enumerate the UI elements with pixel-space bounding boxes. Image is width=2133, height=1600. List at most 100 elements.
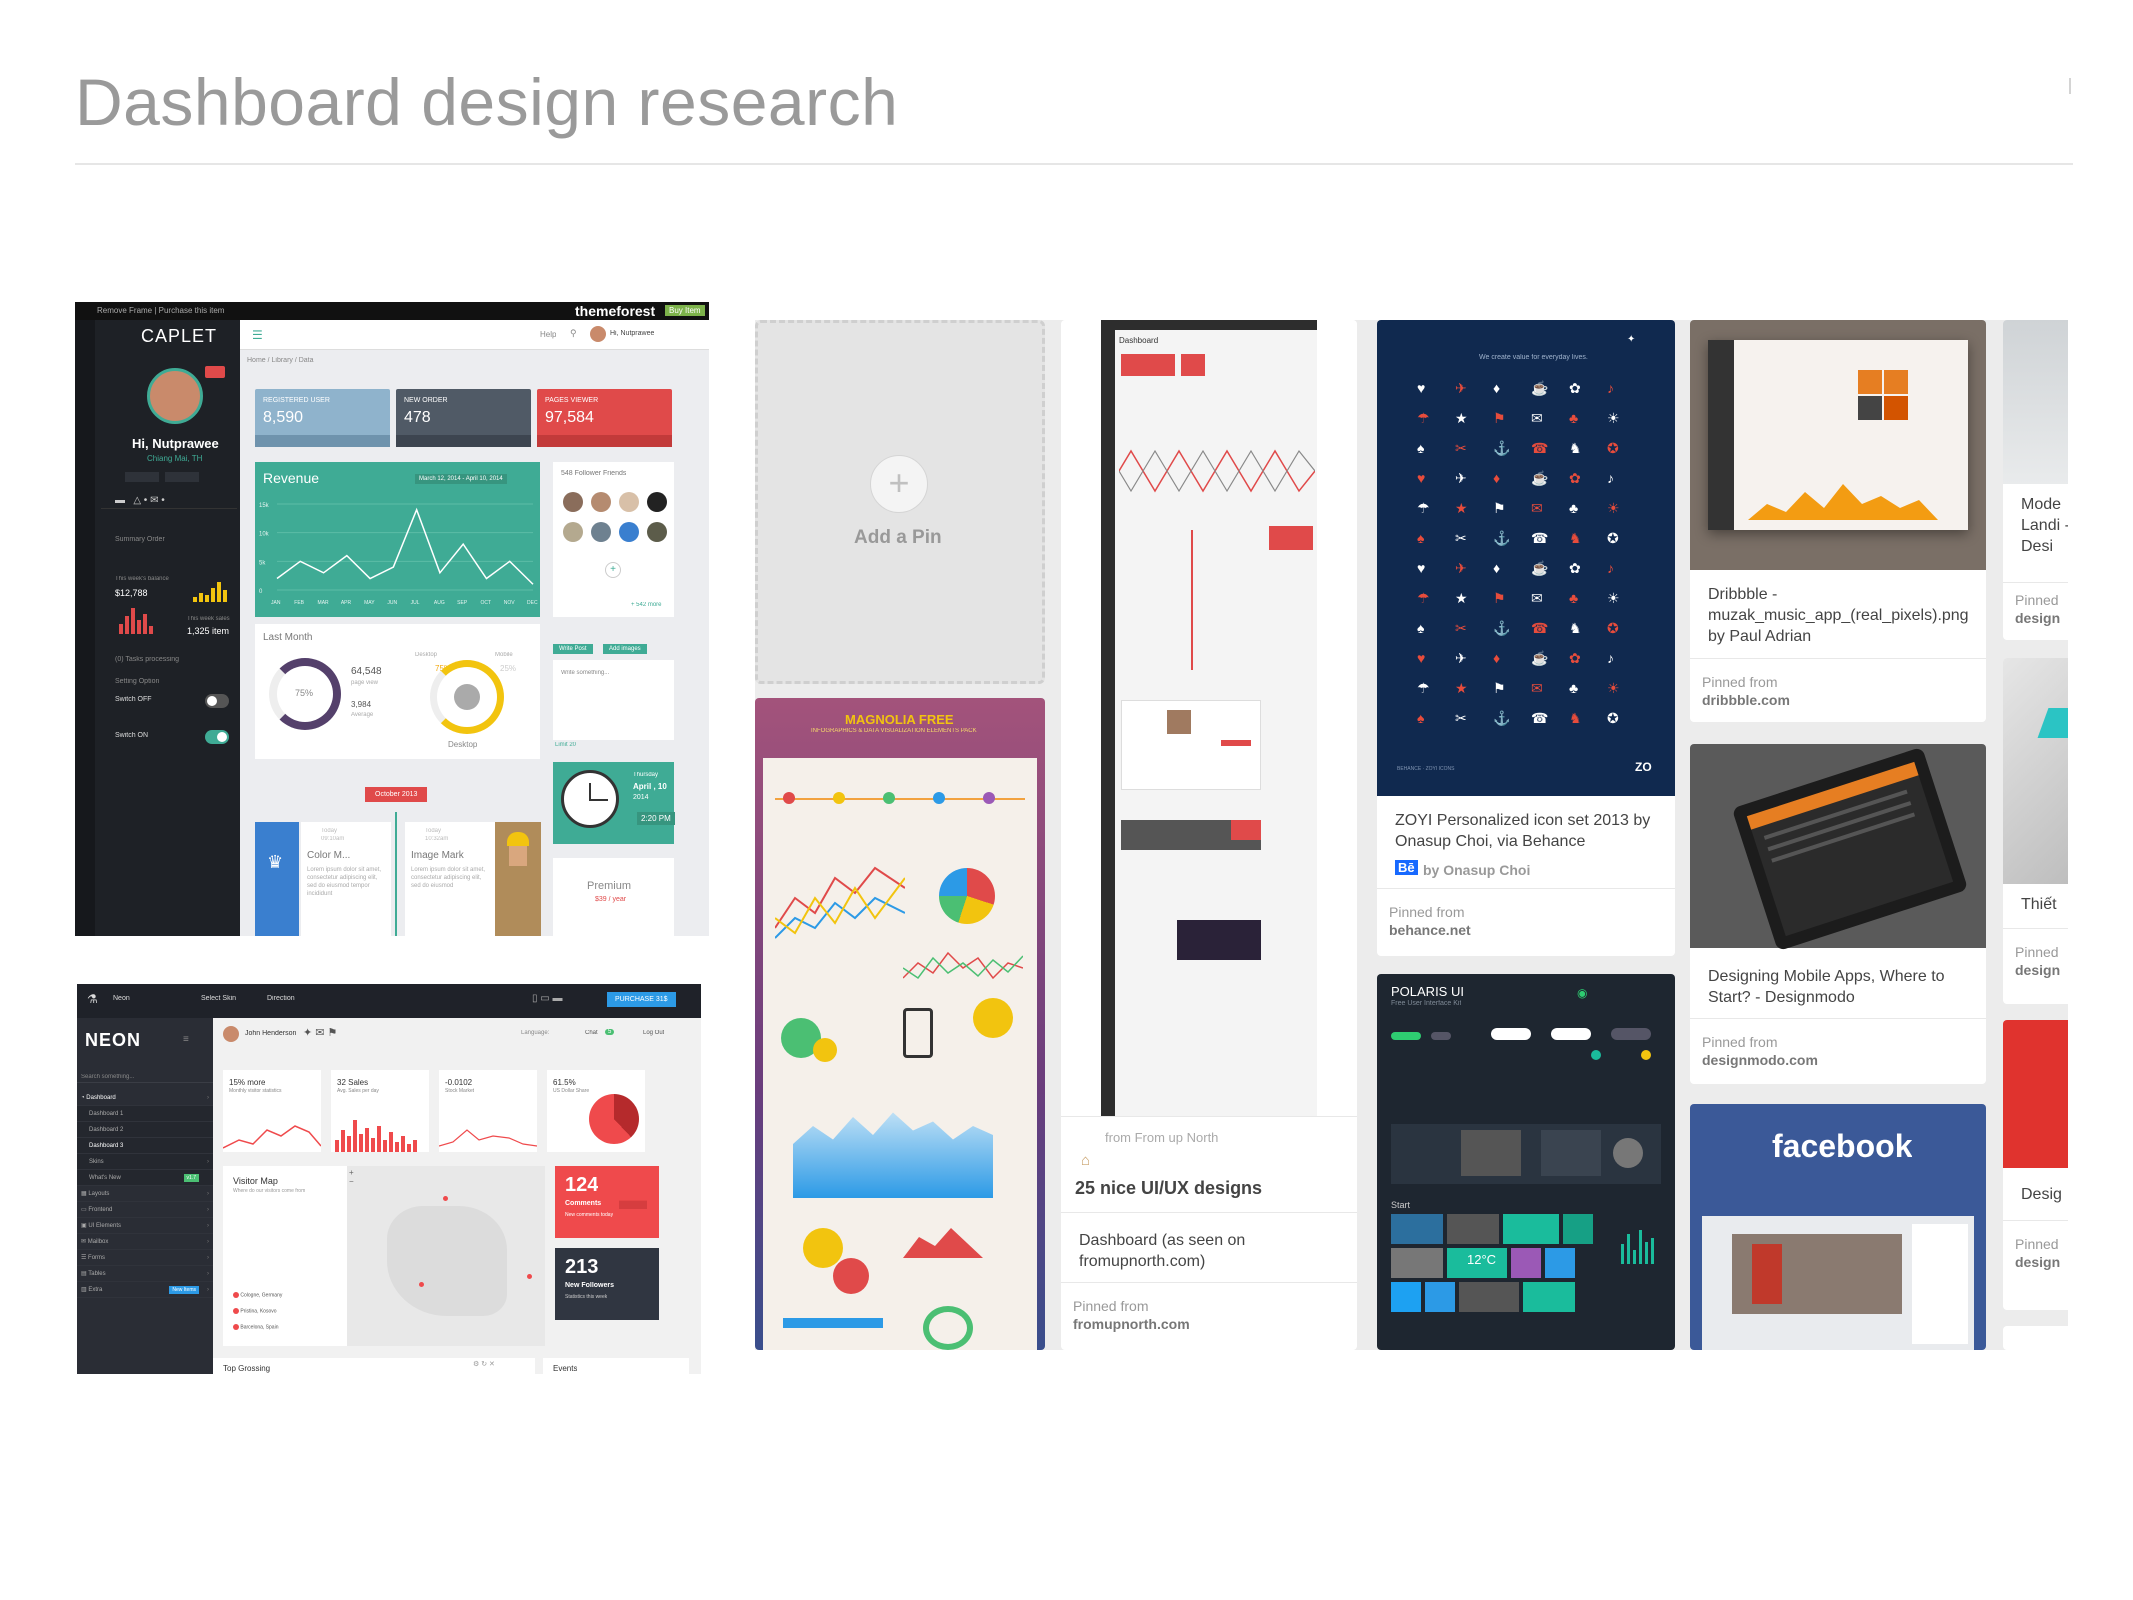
add-images-tab[interactable]: Add images bbox=[603, 644, 647, 654]
neon-nav-item[interactable]: Skins › bbox=[77, 1154, 213, 1170]
behance-icon: Bē bbox=[1395, 860, 1418, 875]
caplet-top-user[interactable]: Hi, Nutprawee bbox=[610, 330, 654, 337]
followers-sub: Statistics this week bbox=[565, 1294, 608, 1300]
neon-nav-item[interactable]: Dashboard 2 bbox=[77, 1122, 213, 1138]
zoyi-pinned-site[interactable]: behance.net bbox=[1389, 922, 1471, 938]
premium-title: Premium bbox=[587, 880, 632, 892]
pin-facebook[interactable]: facebook bbox=[1690, 1104, 1986, 1350]
neon-nav-item[interactable]: ✉ Mailbox › bbox=[77, 1234, 213, 1250]
buy-item-button[interactable]: Buy Item bbox=[665, 305, 705, 316]
direction-menu[interactable]: Direction bbox=[267, 995, 295, 1002]
add-friend-icon[interactable]: + bbox=[605, 562, 621, 578]
follower-friends-title: 548 Follower Friends bbox=[561, 470, 627, 477]
write-post-card: Write Post Add images Write something... bbox=[553, 644, 674, 740]
neon-nav-item[interactable]: ◔ Dashboard › bbox=[77, 1090, 213, 1106]
pin-magnolia[interactable]: MAGNOLIA FREE INFOGRAPHICS & DATA VISUAL… bbox=[755, 698, 1045, 1350]
pin-partial-3[interactable]: Desig Pinned design bbox=[2003, 1020, 2068, 1310]
neon-logout[interactable]: Log Out bbox=[643, 1030, 664, 1036]
dribbble-pinned-site[interactable]: dribbble.com bbox=[1702, 692, 1790, 708]
neon-notification-icons[interactable]: ✦ ✉ ⚑ bbox=[303, 1026, 337, 1039]
switch-off-label: Switch OFF bbox=[115, 696, 152, 703]
caplet-search-icon[interactable]: ⚲ bbox=[570, 328, 577, 339]
polaris-tiles[interactable]: 12°C bbox=[1391, 1214, 1611, 1330]
menu-icon[interactable]: ☰ bbox=[252, 328, 263, 342]
neon-nav-item[interactable]: ☰ Forms › bbox=[77, 1250, 213, 1266]
zoyi-author[interactable]: by Onasup Choi bbox=[1423, 862, 1530, 878]
pin-fromupnorth[interactable]: Dashboard from From up North ⌂ 25 nice U… bbox=[1061, 320, 1357, 1350]
neon-nav-item[interactable]: Dashboard 3 bbox=[77, 1138, 213, 1154]
partial-2-description: Thiết bbox=[2021, 896, 2057, 913]
revenue-x-tick: OCT bbox=[480, 600, 491, 606]
fromupnorth-source[interactable]: from From up North bbox=[1105, 1130, 1218, 1145]
write-post-tab[interactable]: Write Post bbox=[553, 644, 593, 654]
add-pin-tile[interactable]: + Add a Pin bbox=[755, 320, 1045, 684]
partial-1-pinned-site[interactable]: design bbox=[2015, 610, 2060, 626]
map-zoom-controls[interactable]: + − bbox=[349, 1168, 354, 1186]
neon-nav-label: Tables bbox=[88, 1271, 106, 1277]
neon-user-name[interactable]: John Henderson bbox=[245, 1030, 296, 1037]
neon-search-input[interactable]: Search something... bbox=[81, 1074, 134, 1080]
caplet-breadcrumb[interactable]: Home / Library / Data bbox=[247, 357, 314, 364]
purchase-button[interactable]: PURCHASE 31$ bbox=[607, 992, 676, 1007]
neon-language[interactable]: Language: bbox=[521, 1030, 549, 1036]
zoyi-icon: ✉ bbox=[1531, 410, 1543, 426]
write-something-input[interactable]: Write something... bbox=[561, 670, 609, 676]
friend-avatars[interactable] bbox=[563, 492, 667, 552]
add-pin-plus-icon[interactable]: + bbox=[870, 455, 928, 513]
visitor-map[interactable]: + − bbox=[347, 1166, 545, 1346]
neon-brand-small[interactable]: Neon bbox=[113, 995, 130, 1002]
switch-on-label: Switch ON bbox=[115, 732, 149, 739]
caplet-toolbar-icons[interactable]: ▬ △ • ✉ • bbox=[115, 495, 165, 506]
neon-nav-item[interactable]: ▤ Tables › bbox=[77, 1266, 213, 1282]
device-icons[interactable]: ▯ ▭ ▬ bbox=[532, 993, 563, 1004]
designmodo-pinned-site[interactable]: designmodo.com bbox=[1702, 1052, 1818, 1068]
neon-nav-item[interactable]: What's New v1.7 bbox=[77, 1170, 213, 1186]
neon-nav-item[interactable]: ▦ Layouts › bbox=[77, 1186, 213, 1202]
timeline-1-body: Lorem ipsum dolor sit amet, consectetur … bbox=[307, 867, 382, 897]
switch-on-toggle[interactable] bbox=[205, 730, 229, 744]
caplet-top-avatar[interactable] bbox=[590, 326, 606, 342]
partial-3-pinned-site[interactable]: design bbox=[2015, 1254, 2060, 1270]
themeforest-logo[interactable]: themeforest bbox=[575, 303, 655, 319]
revenue-y-tick: 5k bbox=[259, 560, 266, 566]
neon-nav-label: Dashboard 1 bbox=[89, 1111, 124, 1117]
zoyi-icon: ✂ bbox=[1455, 620, 1467, 636]
neon-nav-item[interactable]: ▣ UI Elements › bbox=[77, 1218, 213, 1234]
revenue-title: Revenue bbox=[263, 470, 320, 486]
partial-2-pinned-site[interactable]: design bbox=[2015, 962, 2060, 978]
pin-partial-4[interactable] bbox=[2003, 1326, 2068, 1350]
pin-partial-1[interactable]: Mode Landi - Desi Pinned design bbox=[2003, 320, 2068, 640]
fromupnorth-pinned-site[interactable]: fromupnorth.com bbox=[1073, 1316, 1190, 1332]
caplet-help-link[interactable]: Help bbox=[540, 330, 556, 339]
panel-controls[interactable]: ⚙ ↻ ✕ bbox=[473, 1360, 495, 1368]
timeline-2-when: Today bbox=[425, 828, 442, 834]
friends-more-link[interactable]: + 542 more bbox=[631, 602, 662, 608]
neon-nav-item[interactable]: ▭ Frontend › bbox=[77, 1202, 213, 1218]
pin-partial-2[interactable]: Thiết Pinned design bbox=[2003, 658, 2068, 1004]
pin-zoyi[interactable]: We create value for everyday lives. ✦ ♥ ✈… bbox=[1377, 320, 1675, 956]
add-pin-label[interactable]: Add a Pin bbox=[854, 527, 942, 549]
neon-user-avatar[interactable] bbox=[223, 1026, 239, 1042]
neon-chat[interactable]: Chat bbox=[585, 1030, 598, 1036]
zoyi-icon: ☂ bbox=[1417, 590, 1430, 606]
revenue-x-tick: FEB bbox=[294, 600, 304, 606]
neon-nav-badge: v1.7 bbox=[183, 1174, 199, 1182]
pin-polaris[interactable]: POLARIS UI Free User Interface Kit ◉ Sta… bbox=[1377, 974, 1675, 1350]
neon-nav-label: Dashboard bbox=[86, 1095, 116, 1101]
revenue-date-range[interactable]: March 12, 2014 - April 10, 2014 bbox=[415, 474, 507, 484]
select-skin-menu[interactable]: Select Skin bbox=[201, 995, 236, 1002]
stock-stat-card: -0.0102 Stock Market bbox=[439, 1070, 537, 1152]
neon-sidebar-toggle[interactable]: ≡ bbox=[183, 1034, 189, 1045]
caplet-avatar[interactable] bbox=[147, 368, 203, 424]
pin-dribbble[interactable]: Dribbble - muzak_music_app_(real_pixels)… bbox=[1690, 320, 1986, 722]
revenue-panel: Revenue March 12, 2014 - April 10, 2014 … bbox=[255, 462, 540, 617]
pin-designmodo[interactable]: Designing Mobile Apps, Where to Start? -… bbox=[1690, 744, 1986, 1084]
neon-nav-item[interactable]: Dashboard 1 bbox=[77, 1106, 213, 1122]
timeline-item-2: Today 10:32am Image Mark Lorem ipsum dol… bbox=[405, 822, 495, 936]
timeline-1-time: 09:10am bbox=[321, 836, 345, 842]
switch-off-toggle[interactable] bbox=[205, 694, 229, 708]
neon-nav-item[interactable]: ▥ Extra New Items › bbox=[77, 1282, 213, 1298]
zoyi-pinned-label: Pinned from bbox=[1389, 904, 1465, 920]
caplet-banner-left[interactable]: Remove Frame | Purchase this item bbox=[97, 306, 224, 315]
fromupnorth-board-name[interactable]: 25 nice UI/UX designs bbox=[1075, 1178, 1262, 1199]
